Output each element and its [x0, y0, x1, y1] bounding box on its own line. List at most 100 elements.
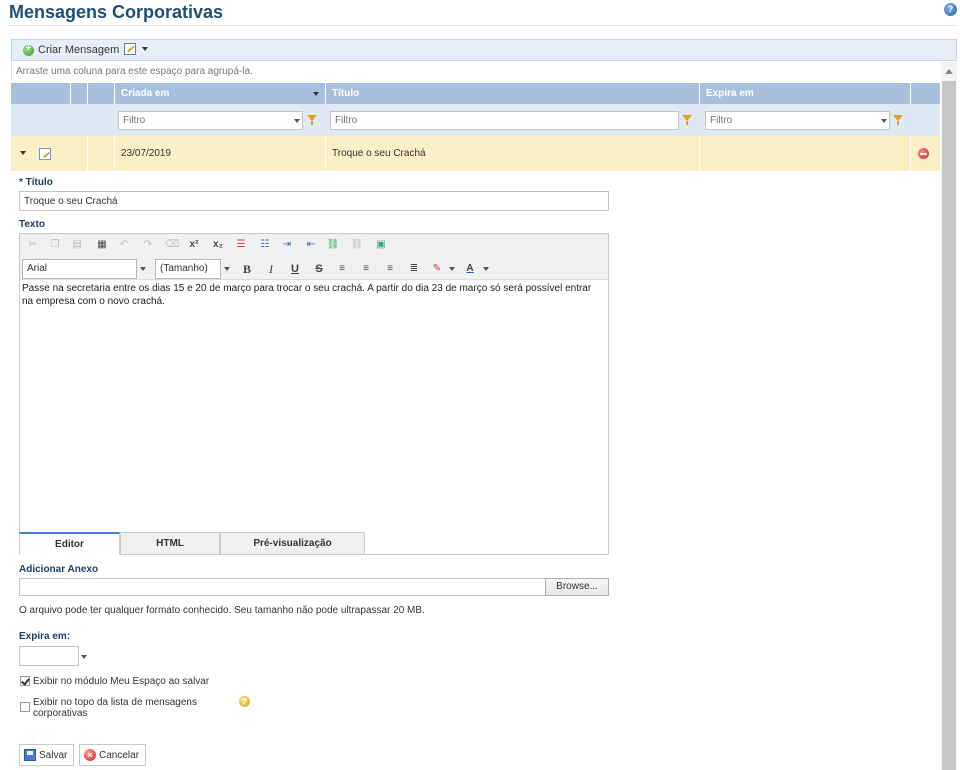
justify-icon[interactable]: ≣: [407, 262, 421, 276]
chevron-down-icon[interactable]: [294, 119, 300, 123]
chevron-down-icon[interactable]: [483, 267, 489, 271]
column-header-expires[interactable]: Expira em: [700, 83, 911, 104]
filter-title-input[interactable]: [330, 111, 679, 130]
show-top-label: Exibir no topo da lista de mensagens cor…: [33, 697, 197, 719]
grid-toolbar: Criar Mensagem: [11, 39, 957, 61]
format-painter-icon[interactable]: ⌫: [165, 238, 179, 252]
align-center-icon[interactable]: ≡: [359, 262, 373, 276]
filter-icon[interactable]: [893, 115, 903, 125]
strikethrough-icon[interactable]: S: [312, 262, 326, 276]
attachment-label: Adicionar Anexo: [19, 564, 99, 575]
row-title-cell: Troque o seu Crachá: [326, 136, 700, 171]
filter-icon[interactable]: [307, 115, 317, 125]
row-created-cell: 23/07/2019: [115, 136, 326, 171]
column-header-label: Expira em: [706, 88, 754, 99]
page-title: Mensagens Corporativas: [9, 2, 224, 22]
paste-icon[interactable]: ▤: [70, 238, 84, 252]
scroll-up-icon[interactable]: [941, 62, 957, 80]
expires-label: Expira em:: [19, 631, 71, 642]
edit-icon[interactable]: [39, 148, 51, 160]
tab-html[interactable]: HTML: [120, 532, 220, 555]
group-by-area[interactable]: Arraste uma coluna para este espaço para…: [11, 62, 941, 81]
cut-icon[interactable]: ✂: [26, 238, 40, 252]
editor-tabs: Editor HTML Pré-visualização: [19, 532, 609, 555]
cancel-button[interactable]: × Cancelar: [79, 744, 147, 766]
column-header-label: Criada em: [121, 88, 170, 99]
tab-preview[interactable]: Pré-visualização: [220, 532, 365, 555]
subscript-icon[interactable]: x₂: [211, 238, 225, 252]
edit-icon: [124, 43, 136, 55]
superscript-icon[interactable]: x²: [187, 238, 201, 252]
create-message-button[interactable]: Criar Mensagem: [23, 43, 120, 56]
collapse-icon[interactable]: [20, 151, 26, 155]
table-row[interactable]: 23/07/2019 Troque o seu Crachá: [11, 136, 940, 171]
title-label: * Título: [19, 177, 53, 188]
highlight-icon[interactable]: ✎: [430, 262, 444, 276]
column-header-title[interactable]: Título: [326, 83, 700, 104]
show-module-label: Exibir no módulo Meu Espaço ao salvar: [33, 676, 210, 687]
underline-icon[interactable]: U: [288, 262, 302, 276]
sort-desc-icon: [313, 92, 319, 96]
row-cell: [71, 136, 88, 171]
copy-icon[interactable]: ❐: [48, 238, 62, 252]
bold-icon[interactable]: B: [240, 262, 254, 276]
rich-text-editor: ✂ ❐ ▤ ▦ ↶ ↷ ⌫ x² x₂ ☰ ☷ ⇥ ⇤ ⛓ ⛓ ▣ Arial …: [19, 233, 609, 555]
header-blank: [911, 83, 940, 104]
edit-menu-button[interactable]: [124, 43, 148, 55]
chevron-down-icon[interactable]: [81, 655, 87, 659]
attachment-note: O arquivo pode ter qualquer formato conh…: [19, 605, 425, 616]
tab-editor[interactable]: Editor: [19, 532, 120, 555]
column-header-label: Título: [332, 88, 360, 99]
link-icon[interactable]: ⛓: [326, 238, 340, 252]
help-icon[interactable]: ?: [239, 696, 250, 707]
font-size-select[interactable]: (Tamanho): [155, 259, 221, 279]
show-module-checkbox[interactable]: [20, 676, 30, 686]
indent-icon[interactable]: ⇥: [280, 238, 294, 252]
browse-button[interactable]: Browse...: [545, 578, 609, 596]
cancel-label: Cancelar: [99, 749, 140, 761]
column-header-created[interactable]: Criada em: [115, 83, 326, 104]
save-label: Salvar: [39, 749, 68, 761]
header-blank: [11, 83, 71, 104]
save-icon: [24, 749, 36, 761]
paste-text-icon[interactable]: ▦: [95, 238, 109, 252]
editor-toolbar: ✂ ❐ ▤ ▦ ↶ ↷ ⌫ x² x₂ ☰ ☷ ⇥ ⇤ ⛓ ⛓ ▣ Arial …: [20, 234, 608, 280]
text-label: Texto: [19, 219, 45, 230]
undo-icon[interactable]: ↶: [117, 238, 131, 252]
outdent-icon[interactable]: ⇤: [304, 238, 318, 252]
unlink-icon[interactable]: ⛓: [350, 238, 364, 252]
chevron-down-icon[interactable]: [881, 119, 887, 123]
show-top-checkbox[interactable]: [20, 702, 30, 712]
delete-icon[interactable]: [918, 148, 929, 159]
filter-expires-input[interactable]: [705, 111, 890, 130]
redo-icon[interactable]: ↷: [141, 238, 155, 252]
create-message-label: Criar Mensagem: [38, 44, 120, 56]
chevron-down-icon[interactable]: [224, 267, 230, 271]
font-family-select[interactable]: Arial: [22, 259, 137, 279]
italic-icon[interactable]: I: [264, 262, 278, 276]
title-input[interactable]: Troque o seu Crachá: [19, 191, 609, 211]
filter-row: [11, 104, 940, 136]
attachment-path-input[interactable]: [19, 578, 546, 596]
chevron-down-icon[interactable]: [449, 267, 455, 271]
ordered-list-icon[interactable]: ☰: [234, 238, 248, 252]
scrollbar-thumb[interactable]: [942, 81, 956, 770]
header-blank: [71, 83, 88, 104]
chevron-down-icon[interactable]: [140, 267, 146, 271]
align-right-icon[interactable]: ≡: [383, 262, 397, 276]
editor-content[interactable]: Passe na secretaria entre os dias 15 e 2…: [22, 282, 602, 308]
expires-date-input[interactable]: [19, 646, 79, 666]
font-color-icon[interactable]: A: [463, 262, 477, 276]
image-icon[interactable]: ▣: [374, 238, 388, 252]
unordered-list-icon[interactable]: ☷: [258, 238, 272, 252]
title-divider: [9, 25, 957, 26]
filter-icon[interactable]: [682, 115, 692, 125]
grid-header: Criada em Título Expira em: [11, 83, 940, 104]
filter-created-input[interactable]: [118, 111, 303, 130]
help-icon[interactable]: ?: [944, 3, 957, 16]
add-icon: [23, 43, 34, 56]
chevron-down-icon: [142, 47, 148, 51]
cancel-icon: ×: [84, 749, 96, 761]
align-left-icon[interactable]: ≡: [335, 262, 349, 276]
save-button[interactable]: Salvar: [19, 744, 75, 766]
